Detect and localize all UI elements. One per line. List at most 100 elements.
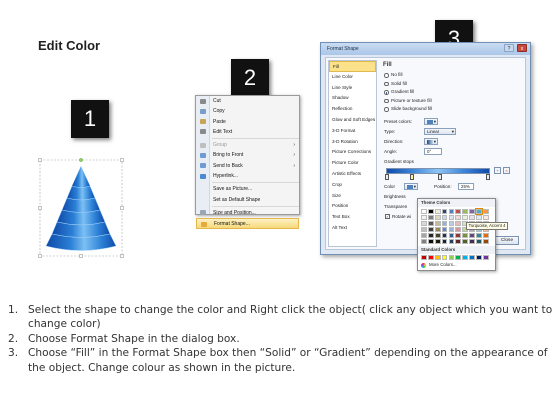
category-item[interactable]: Artistic Effects (329, 169, 376, 180)
more-colors-item[interactable]: More Colors... (418, 261, 495, 269)
context-menu-item[interactable]: Cut (196, 96, 299, 106)
category-item[interactable]: Position (329, 201, 376, 212)
color-swatch[interactable] (421, 239, 427, 245)
color-swatch[interactable] (421, 255, 427, 261)
add-stop-button[interactable]: + (494, 167, 501, 174)
color-swatch[interactable] (427, 209, 434, 214)
color-swatch[interactable] (469, 255, 476, 261)
color-swatch[interactable] (448, 209, 455, 214)
color-swatch[interactable] (448, 221, 455, 227)
color-swatch[interactable] (476, 255, 482, 261)
cone-shape[interactable] (36, 158, 126, 268)
color-swatch[interactable] (476, 215, 482, 221)
color-swatch[interactable] (441, 215, 448, 221)
color-swatch[interactable] (448, 215, 455, 221)
color-swatch[interactable] (434, 233, 441, 239)
color-swatch[interactable] (421, 209, 427, 214)
angle-input[interactable]: 0° (424, 148, 442, 155)
color-swatch[interactable] (462, 215, 469, 221)
context-menu-item[interactable]: Save as Picture... (196, 184, 299, 194)
fill-option-radio[interactable]: Slide background fill (382, 105, 522, 114)
category-item[interactable]: 3-D Rotation (329, 137, 376, 148)
rotate-with-shape-checkbox[interactable]: ✓ Rotate wi (384, 213, 411, 220)
color-swatch[interactable] (441, 221, 448, 227)
category-item[interactable]: Reflection (329, 104, 376, 115)
context-menu-item[interactable]: Set as Default Shape (196, 195, 299, 205)
category-item[interactable]: Picture Corrections (329, 147, 376, 158)
color-swatch[interactable] (462, 255, 469, 261)
color-swatch[interactable] (421, 215, 427, 221)
color-swatch[interactable] (441, 227, 448, 233)
category-item[interactable]: Picture Color (329, 158, 376, 169)
category-item[interactable]: Size (329, 191, 376, 202)
color-swatch[interactable] (455, 233, 462, 239)
remove-stop-button[interactable]: × (503, 167, 510, 174)
color-swatch[interactable] (476, 239, 482, 245)
type-dropdown[interactable]: Linear (424, 128, 456, 135)
color-swatch[interactable] (475, 208, 483, 215)
color-swatch[interactable] (427, 233, 434, 239)
category-item[interactable]: 3-D Format (329, 126, 376, 137)
color-swatch[interactable] (476, 233, 482, 239)
color-swatch[interactable] (441, 239, 448, 245)
color-swatch[interactable] (434, 215, 441, 221)
gradient-stop-1[interactable] (385, 174, 389, 180)
fill-option-radio[interactable]: Solid fill (382, 80, 522, 89)
position-input[interactable]: 25% (458, 183, 474, 190)
color-swatch[interactable] (448, 239, 455, 245)
color-swatch[interactable] (448, 233, 455, 239)
category-item[interactable]: Fill (329, 61, 376, 72)
context-menu-item[interactable]: Size and Position... (196, 208, 299, 218)
color-swatch[interactable] (462, 209, 469, 214)
category-item[interactable]: Alt Text (329, 223, 376, 234)
color-swatch[interactable] (441, 233, 448, 239)
color-swatch[interactable] (427, 239, 434, 245)
context-menu-item[interactable]: Copy (196, 106, 299, 116)
context-menu-item[interactable]: Bring to Front › (196, 150, 299, 160)
color-swatch[interactable] (434, 209, 441, 214)
context-menu-item[interactable]: Send to Back › (196, 161, 299, 171)
color-swatch[interactable] (469, 215, 476, 221)
color-swatch[interactable] (455, 227, 462, 233)
category-item[interactable]: Text Box (329, 212, 376, 223)
color-swatch[interactable] (483, 209, 489, 214)
color-dropdown[interactable] (404, 183, 418, 190)
gradient-stop-2[interactable] (410, 174, 414, 180)
color-swatch[interactable] (441, 255, 448, 261)
color-swatch[interactable] (483, 255, 489, 261)
color-swatch[interactable] (483, 239, 489, 245)
color-swatch[interactable] (448, 227, 455, 233)
gradient-stop-4[interactable] (486, 174, 490, 180)
category-item[interactable]: Shadow (329, 93, 376, 104)
color-swatch[interactable] (421, 233, 427, 239)
direction-dropdown[interactable] (424, 138, 438, 145)
cone-graphic[interactable] (36, 158, 126, 268)
color-swatch[interactable] (469, 233, 476, 239)
gradient-stop-3[interactable] (438, 174, 442, 180)
color-swatch[interactable] (427, 255, 434, 261)
close-dialog-button[interactable]: x (517, 44, 527, 52)
color-swatch[interactable] (427, 215, 434, 221)
color-swatch[interactable] (434, 227, 441, 233)
category-item[interactable]: Line Color (329, 72, 376, 83)
color-swatch[interactable] (434, 221, 441, 227)
color-swatch[interactable] (483, 233, 489, 239)
close-button[interactable]: Close (495, 236, 519, 245)
color-swatch[interactable] (462, 239, 469, 245)
color-swatch[interactable] (462, 233, 469, 239)
help-button[interactable]: ? (504, 44, 514, 52)
color-swatch[interactable] (448, 255, 455, 261)
fill-option-radio[interactable]: Picture or texture fill (382, 97, 522, 106)
category-item[interactable]: Crop (329, 180, 376, 191)
fill-option-radio[interactable]: Gradient fill (382, 88, 522, 97)
color-swatch[interactable] (455, 221, 462, 227)
color-swatch[interactable] (469, 209, 476, 214)
context-menu-item[interactable]: Format Shape... (196, 218, 299, 229)
color-swatch[interactable] (421, 227, 427, 233)
color-swatch[interactable] (455, 215, 462, 221)
color-swatch[interactable] (483, 215, 489, 221)
context-menu-item[interactable]: Paste (196, 117, 299, 127)
color-swatch[interactable] (434, 239, 441, 245)
color-swatch[interactable] (455, 255, 462, 261)
fill-option-radio[interactable]: No fill (382, 71, 522, 80)
